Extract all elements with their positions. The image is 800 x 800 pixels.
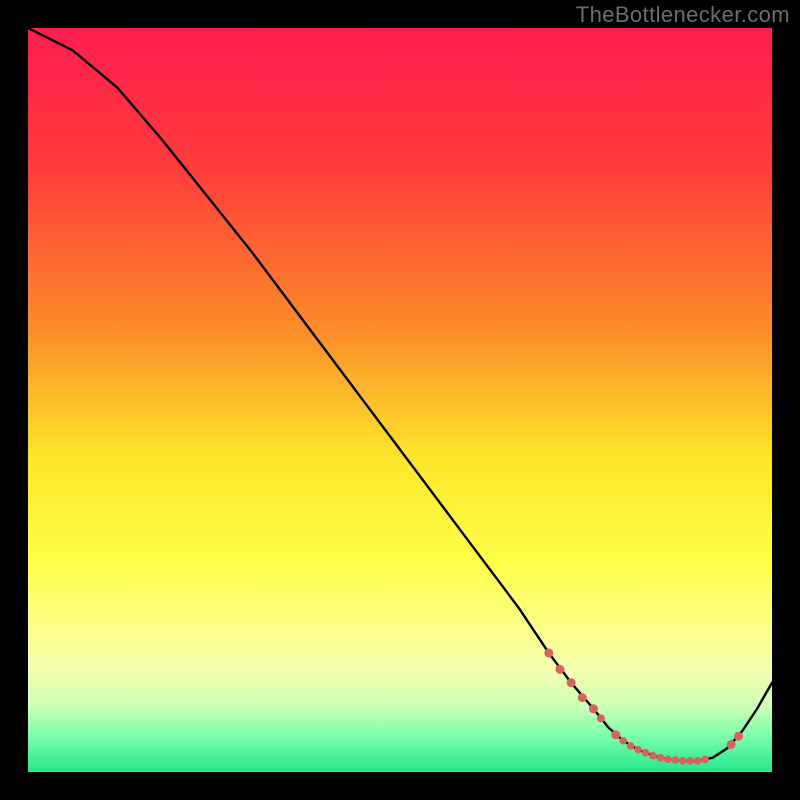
highlight-dot [619, 737, 627, 745]
highlight-dot [664, 756, 672, 764]
highlight-dot [555, 665, 564, 674]
highlight-dot [642, 749, 650, 757]
highlight-dot [578, 693, 587, 702]
highlight-dot [567, 678, 576, 687]
highlight-dot [597, 714, 605, 722]
highlight-dot [671, 756, 679, 764]
watermark-text: TheBottlenecker.com [576, 2, 790, 28]
gradient-background [28, 28, 772, 772]
highlight-dot [686, 757, 694, 765]
highlight-dot [701, 756, 709, 764]
highlight-dot [679, 757, 687, 765]
highlight-dot [727, 740, 736, 749]
highlight-dot [544, 648, 553, 657]
highlight-dot [634, 746, 642, 754]
highlight-dot [657, 754, 665, 762]
highlight-dot [611, 730, 620, 739]
highlight-dot [589, 704, 598, 713]
plot-area [28, 28, 772, 772]
highlight-dot [734, 732, 743, 741]
highlight-dot [694, 757, 702, 765]
highlight-dot [627, 742, 635, 750]
chart-svg [28, 28, 772, 772]
highlight-dot [649, 752, 657, 760]
chart-frame: TheBottlenecker.com [0, 0, 800, 800]
